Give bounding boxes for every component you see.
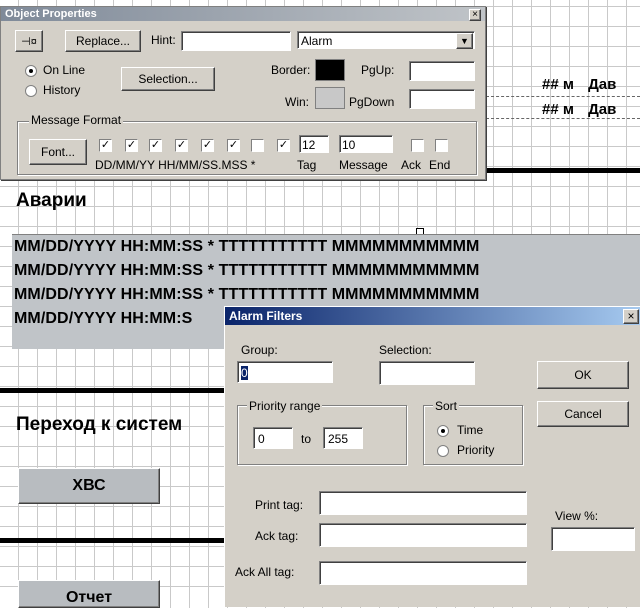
sort-priority-radio[interactable] bbox=[437, 445, 449, 457]
selection-input[interactable] bbox=[379, 361, 475, 385]
hour-checkbox[interactable]: ✓ bbox=[175, 139, 188, 152]
selection-button[interactable]: Selection... bbox=[121, 67, 215, 91]
alarm-filters-titlebar: Alarm Filters bbox=[225, 307, 640, 325]
ack-tag-label: Ack tag: bbox=[255, 529, 299, 543]
hint-label: Hint: bbox=[151, 33, 176, 47]
sort-label: Sort bbox=[433, 399, 460, 413]
group-input-value: 0 bbox=[241, 366, 248, 380]
pin-button[interactable]: ⊣¤ bbox=[15, 30, 43, 52]
tag-width-input[interactable]: 12 bbox=[299, 135, 329, 153]
message-label: Message bbox=[339, 158, 388, 172]
ack-checkbox[interactable] bbox=[411, 139, 424, 152]
view-percent-input[interactable] bbox=[551, 527, 635, 551]
report-button[interactable]: Отчет bbox=[18, 580, 160, 608]
mid-divider bbox=[0, 388, 224, 393]
win-label: Win: bbox=[285, 95, 309, 109]
chevron-down-icon[interactable]: ▼ bbox=[456, 33, 473, 49]
type-select-value: Alarm bbox=[301, 34, 333, 48]
hash-text: ## м bbox=[542, 101, 574, 118]
hvs-button[interactable]: ХВС bbox=[18, 468, 160, 504]
second-checkbox[interactable]: ✓ bbox=[227, 139, 240, 152]
ack-all-tag-label: Ack All tag: bbox=[235, 565, 295, 579]
tag-label: Tag bbox=[297, 158, 317, 172]
tag-row: ## м Дав bbox=[542, 101, 616, 118]
month-checkbox[interactable]: ✓ bbox=[125, 139, 138, 152]
history-radio[interactable] bbox=[25, 85, 37, 97]
replace-button[interactable]: Replace... bbox=[65, 30, 141, 52]
alarm-row: MM/DD/YYYY HH:MM:SS * TTTTTTTTTTT MMMMMM… bbox=[14, 286, 480, 303]
cancel-button[interactable]: Cancel bbox=[537, 401, 629, 427]
pressure-text: Дав bbox=[588, 101, 617, 118]
win-color-swatch[interactable] bbox=[315, 87, 345, 109]
sort-time-radio[interactable] bbox=[437, 425, 449, 437]
group-input[interactable]: 0 bbox=[237, 361, 333, 383]
online-radio[interactable] bbox=[25, 65, 37, 77]
type-select[interactable]: Alarm ▼ bbox=[297, 31, 475, 49]
online-label: On Line bbox=[43, 63, 86, 77]
tag-row: ## м Дав bbox=[542, 76, 616, 93]
day-checkbox[interactable]: ✓ bbox=[99, 139, 112, 152]
sort-priority-label: Priority bbox=[457, 443, 495, 457]
sort-time-label: Time bbox=[457, 423, 484, 437]
history-label: History bbox=[43, 83, 81, 97]
object-properties-title: Object Properties bbox=[5, 8, 97, 20]
millisecond-checkbox[interactable] bbox=[251, 139, 264, 152]
alarms-heading: Аварии bbox=[16, 190, 87, 211]
lower-divider bbox=[0, 538, 224, 543]
message-format-label: Message Format bbox=[29, 113, 124, 127]
dashed-divider bbox=[486, 96, 640, 97]
ack-tag-input[interactable] bbox=[319, 523, 527, 547]
close-icon[interactable]: × bbox=[469, 9, 481, 21]
alarm-filters-title: Alarm Filters bbox=[229, 309, 303, 323]
ack-all-tag-input[interactable] bbox=[319, 561, 527, 585]
border-color-swatch[interactable] bbox=[315, 59, 345, 81]
dashed-divider bbox=[486, 118, 640, 119]
ack-label: Ack bbox=[401, 158, 422, 172]
minute-checkbox[interactable]: ✓ bbox=[201, 139, 214, 152]
pgup-input[interactable] bbox=[409, 61, 475, 81]
alarm-row: MM/DD/YYYY HH:MM:SS * TTTTTTTTTTT MMMMMM… bbox=[14, 238, 480, 255]
object-properties-window: Object Properties × ⊣¤ Replace... Hint: … bbox=[0, 6, 486, 180]
close-icon[interactable]: × bbox=[623, 309, 639, 324]
format-caption: DD/MM/YY HH/MM/SS.MSS * bbox=[95, 158, 256, 172]
print-tag-label: Print tag: bbox=[255, 498, 304, 512]
ok-button[interactable]: OK bbox=[537, 361, 629, 389]
group-label: Group: bbox=[241, 343, 278, 357]
year-checkbox[interactable]: ✓ bbox=[149, 139, 162, 152]
message-width-input[interactable]: 10 bbox=[339, 135, 393, 153]
hash-text: ## м bbox=[542, 76, 574, 93]
pgdown-input[interactable] bbox=[409, 89, 475, 109]
hint-input[interactable] bbox=[181, 31, 291, 51]
font-button[interactable]: Font... bbox=[29, 139, 87, 165]
pin-icon: ⊣¤ bbox=[21, 36, 37, 48]
alarm-row: MM/DD/YYYY HH:MM:SS * TTTTTTTTTTT MMMMMM… bbox=[14, 262, 480, 279]
alarm-filters-dialog: Alarm Filters × Group: 0 Selection: OK C… bbox=[224, 306, 640, 607]
border-label: Border: bbox=[271, 63, 311, 77]
end-label: End bbox=[429, 158, 451, 172]
view-percent-label: View %: bbox=[555, 509, 599, 523]
priority-from-input[interactable]: 0 bbox=[253, 427, 293, 449]
priority-to-input[interactable]: 255 bbox=[323, 427, 363, 449]
pgdown-label: PgDown bbox=[349, 95, 395, 109]
pressure-text: Дав bbox=[588, 76, 617, 93]
alarm-row: MM/DD/YYYY HH:MM:S bbox=[14, 310, 193, 327]
transition-heading: Переход к систем bbox=[16, 414, 183, 435]
pgup-label: PgUp: bbox=[361, 63, 395, 77]
to-label: to bbox=[301, 432, 312, 446]
state-checkbox[interactable]: ✓ bbox=[277, 139, 290, 152]
priority-range-label: Priority range bbox=[247, 399, 323, 413]
object-properties-titlebar: Object Properties bbox=[1, 7, 485, 21]
print-tag-input[interactable] bbox=[319, 491, 527, 515]
end-checkbox[interactable] bbox=[435, 139, 448, 152]
selection-label: Selection: bbox=[379, 343, 432, 357]
